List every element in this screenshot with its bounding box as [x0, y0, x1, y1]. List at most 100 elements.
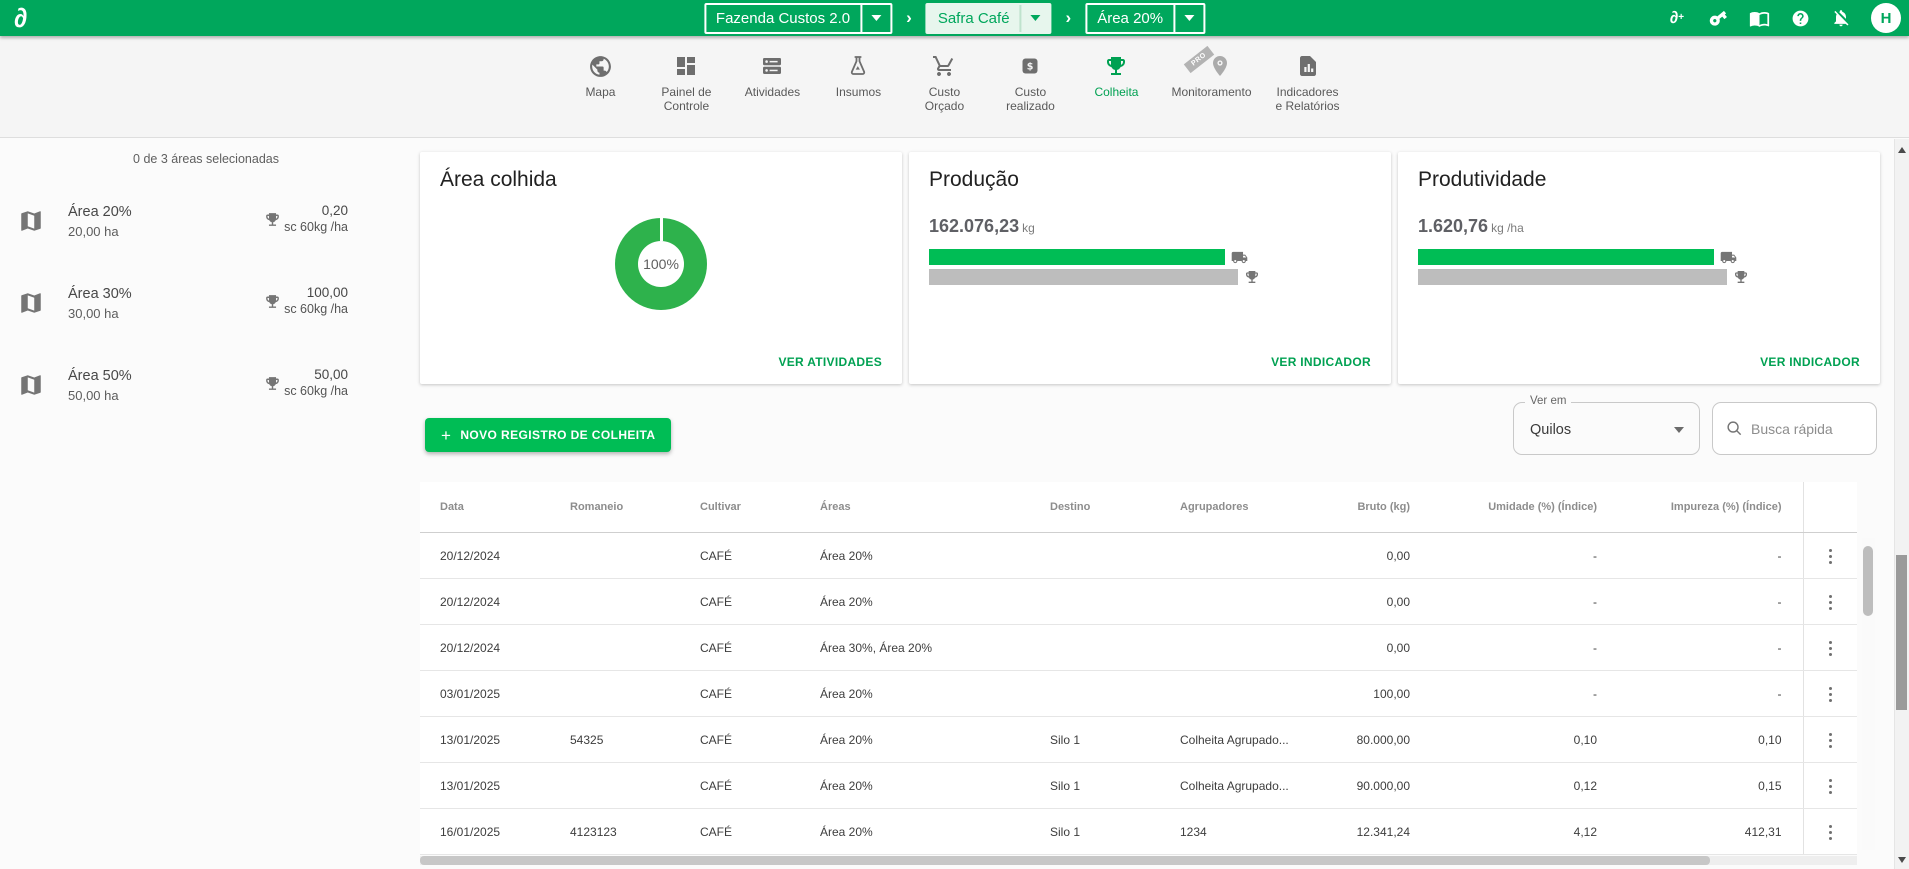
tab-insumos[interactable]: Insumos: [827, 51, 889, 137]
table-scrollbar-thumb[interactable]: [1863, 546, 1873, 616]
aegro-logo-icon[interactable]: ∂: [14, 1, 27, 35]
table-row[interactable]: 20/12/2024 CAFÉ Área 30%, Área 20% 0,00 …: [420, 625, 1857, 671]
table-row[interactable]: 03/01/2025 CAFÉ Área 20% 100,00 - -: [420, 671, 1857, 717]
tab-colheita[interactable]: Colheita: [1085, 51, 1147, 137]
area-list-item[interactable]: Área 50% 50,00 ha 50,00 sc 60kg /ha: [0, 354, 412, 436]
cell-cultivar: CAFÉ: [695, 625, 815, 671]
cell-umidade: -: [1420, 579, 1607, 625]
areas-selected-status: 0 de 3 áreas selecionadas: [0, 139, 412, 166]
row-menu-icon[interactable]: [1823, 543, 1839, 571]
chevron-down-icon: [871, 15, 881, 21]
row-menu-icon[interactable]: [1823, 635, 1839, 663]
table-row[interactable]: 20/12/2024 CAFÉ Área 20% 0,00 - -: [420, 579, 1857, 625]
production-card: Produção 162.076,23kg VER INDICADOR: [909, 152, 1391, 384]
see-indicator-link[interactable]: VER INDICADOR: [1760, 355, 1860, 369]
donut-percent: 100%: [615, 218, 707, 310]
scroll-up-arrow[interactable]: [1898, 147, 1906, 153]
harvested-area-card: Área colhida 100% VER ATIVIDADES: [420, 152, 902, 384]
area-name: Área 50%: [68, 368, 132, 384]
notifications-off-icon[interactable]: [1830, 7, 1852, 29]
area-list-item[interactable]: Área 30% 30,00 ha 100,00 sc 60kg /ha: [0, 272, 412, 354]
table-header-row: Data Romaneio Cultivar Áreas Destino Agr…: [420, 482, 1857, 533]
cell-impureza: -: [1607, 579, 1803, 625]
tab-atividades[interactable]: Atividades: [741, 51, 803, 137]
area-yield-unit: sc 60kg /ha: [284, 301, 348, 317]
row-menu-icon[interactable]: [1823, 773, 1839, 801]
table-hscrollbar-thumb[interactable]: [420, 856, 1710, 865]
cell-romaneio: 54325: [565, 717, 695, 763]
new-harvest-record-label: NOVO REGISTRO DE COLHEITA: [460, 428, 655, 442]
map-icon: [18, 290, 44, 321]
tab-label: Monitoramento: [1171, 85, 1251, 99]
book-icon[interactable]: [1748, 7, 1770, 29]
row-menu-icon[interactable]: [1823, 681, 1839, 709]
productivity-card: Produtividade 1.620,76kg /ha VER INDICAD…: [1398, 152, 1880, 384]
svg-text:$: $: [1027, 61, 1034, 72]
cell-data: 20/12/2024: [420, 579, 565, 625]
new-harvest-record-button[interactable]: + NOVO REGISTRO DE COLHEITA: [425, 418, 671, 452]
area-list-item[interactable]: Área 20% 20,00 ha 0,20 sc 60kg /ha: [0, 190, 412, 272]
tab-custo-realizado[interactable]: $ Custo realizado: [999, 51, 1061, 137]
cell-impureza: -: [1607, 533, 1803, 579]
cell-bruto: 0,00: [1310, 579, 1420, 625]
page-scrollbar-thumb[interactable]: [1896, 555, 1907, 710]
tab-monitoramento[interactable]: PRO Monitoramento: [1171, 51, 1251, 137]
tab-indicadores-relatorios[interactable]: Indicadores e Relatórios: [1276, 51, 1340, 137]
productivity-value: 1.620,76: [1418, 216, 1488, 236]
view-in-value: Quilos: [1530, 403, 1571, 456]
cell-destino: Silo 1: [1045, 809, 1175, 855]
divider: [1020, 5, 1022, 32]
tab-mapa[interactable]: Mapa: [569, 51, 631, 137]
col-bruto: Bruto (kg): [1310, 482, 1420, 533]
cell-areas: Área 30%, Área 20%: [815, 625, 1045, 671]
tab-custo-orcado[interactable]: Custo Orçado: [913, 51, 975, 137]
search-input[interactable]: [1749, 420, 1868, 438]
view-in-select[interactable]: Ver em Quilos: [1513, 402, 1700, 455]
see-activities-link[interactable]: VER ATIVIDADES: [778, 355, 882, 369]
table-row[interactable]: 13/01/2025 54325 CAFÉ Área 20% Silo 1 Co…: [420, 717, 1857, 763]
globe-icon: [588, 51, 613, 81]
table-row[interactable]: 16/01/2025 4123123 CAFÉ Área 20% Silo 1 …: [420, 809, 1857, 855]
cell-destino: [1045, 671, 1175, 717]
cell-areas: Área 20%: [815, 671, 1045, 717]
plus-icon: +: [441, 427, 451, 444]
table-row[interactable]: 20/12/2024 CAFÉ Área 20% 0,00 - -: [420, 533, 1857, 579]
cell-umidade: -: [1420, 671, 1607, 717]
col-cultivar: Cultivar: [695, 482, 815, 533]
chevron-down-icon: [1674, 427, 1684, 433]
cell-cultivar: CAFÉ: [695, 533, 815, 579]
tab-label: Mapa: [585, 85, 615, 99]
trophy-icon: [264, 211, 281, 233]
scroll-down-arrow[interactable]: [1898, 857, 1906, 863]
divider: [1173, 5, 1175, 32]
farm-selector[interactable]: Fazenda Custos 2.0: [704, 3, 892, 34]
add-farm-icon[interactable]: ∂+: [1666, 7, 1688, 29]
cell-data: 03/01/2025: [420, 671, 565, 717]
table-row[interactable]: 13/01/2025 CAFÉ Área 20% Silo 1 Colheita…: [420, 763, 1857, 809]
row-menu-icon[interactable]: [1823, 727, 1839, 755]
tab-label: Insumos: [836, 85, 881, 99]
see-indicator-link[interactable]: VER INDICADOR: [1271, 355, 1371, 369]
row-menu-icon[interactable]: [1823, 589, 1839, 617]
cell-areas: Área 20%: [815, 717, 1045, 763]
cell-romaneio: [565, 671, 695, 717]
help-icon[interactable]: [1789, 7, 1811, 29]
cell-data: 16/01/2025: [420, 809, 565, 855]
col-actions: [1803, 482, 1857, 533]
search-icon: [1725, 419, 1744, 438]
row-menu-icon[interactable]: [1823, 819, 1839, 847]
cell-cultivar: CAFÉ: [695, 579, 815, 625]
tab-painel-de-controle[interactable]: Painel de Controle: [655, 51, 717, 137]
farm-selector-label: Fazenda Custos 2.0: [706, 10, 860, 27]
divider: [860, 5, 862, 32]
tab-label: Indicadores e Relatórios: [1276, 85, 1340, 113]
season-selector[interactable]: Safra Café: [926, 3, 1052, 34]
cell-bruto: 80.000,00: [1310, 717, 1420, 763]
user-avatar[interactable]: H: [1871, 3, 1901, 33]
key-icon[interactable]: [1707, 7, 1729, 29]
tab-label: Custo realizado: [1006, 85, 1055, 113]
cell-data: 13/01/2025: [420, 717, 565, 763]
trophy-icon: [1244, 269, 1260, 285]
area-selector[interactable]: Área 20%: [1085, 3, 1205, 34]
cell-areas: Área 20%: [815, 809, 1045, 855]
